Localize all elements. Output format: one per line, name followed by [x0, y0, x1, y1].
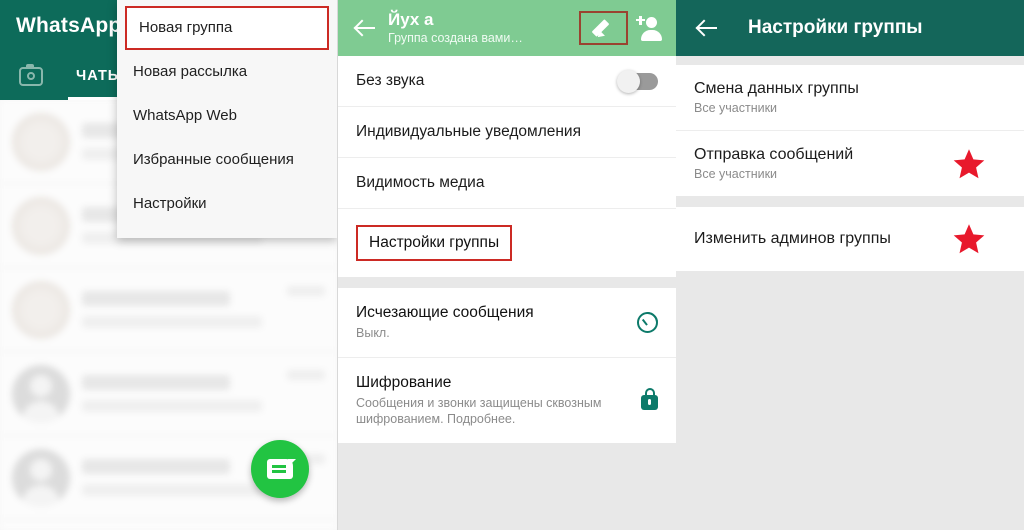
camera-icon: [19, 63, 43, 86]
menu-item-starred-messages[interactable]: Избранные сообщения: [117, 138, 337, 182]
new-chat-icon: [267, 459, 296, 479]
page-title: Настройки группы: [748, 17, 923, 38]
row-encryption[interactable]: Шифрование Сообщения и звонки защищены с…: [338, 358, 676, 443]
panel-group-settings: Настройки группы Смена данных группы Все…: [676, 0, 1024, 530]
list-item-preview: [82, 484, 263, 496]
menu-item-new-group[interactable]: Новая группа: [125, 6, 329, 50]
lock-icon: [641, 388, 658, 410]
timer-icon: [637, 312, 658, 333]
row-edit-group-admins-text: Изменить админов группы: [694, 230, 952, 248]
star-icon: [952, 147, 986, 181]
camera-tab[interactable]: [0, 63, 62, 86]
group-info-body: Без звука Индивидуальные уведомления Вид…: [338, 56, 676, 530]
group-settings-appbar: Настройки группы: [676, 0, 1024, 56]
row-custom-notifications[interactable]: Индивидуальные уведомления: [338, 107, 676, 158]
row-mute[interactable]: Без звука: [338, 56, 676, 107]
section-divider: [676, 196, 1024, 207]
row-edit-group-info[interactable]: Смена данных группы Все участники: [676, 65, 1024, 131]
row-send-messages-sub: Все участники: [694, 167, 778, 181]
group-settings-body: Смена данных группы Все участники Отправ…: [676, 56, 1024, 530]
row-disappearing-messages-label: Исчезающие сообщения: [356, 304, 534, 321]
menu-item-settings[interactable]: Настройки: [117, 182, 337, 226]
list-item-time: [287, 370, 325, 380]
row-send-messages-text: Отправка сообщений Все участники: [694, 146, 952, 181]
add-person-head: [646, 17, 657, 28]
add-person-icon[interactable]: [636, 13, 666, 43]
menu-item-label: Настройки: [133, 195, 207, 212]
row-edit-group-admins[interactable]: Изменить админов группы: [676, 207, 1024, 271]
new-chat-fab[interactable]: [251, 440, 309, 498]
row-edit-group-info-sub: Все участники: [694, 101, 778, 115]
section-divider: [676, 56, 1024, 65]
menu-item-label: Новая группа: [139, 19, 233, 36]
row-group-settings[interactable]: Настройки группы: [338, 209, 676, 277]
back-arrow-icon[interactable]: [690, 11, 724, 45]
list-item[interactable]: [0, 352, 337, 436]
section-divider: [676, 271, 1024, 282]
avatar: [12, 196, 70, 255]
row-mute-label: Без звука: [356, 72, 425, 89]
page-title: WhatsApp: [16, 14, 122, 37]
star-icon: [952, 222, 986, 256]
list-item-text: [82, 291, 287, 328]
menu-item-label: Новая рассылка: [133, 63, 248, 80]
group-info-card-1: Без звука Индивидуальные уведомления Вид…: [338, 56, 676, 277]
row-encryption-sub: Сообщения и звонки защищены сквозным шиф…: [356, 396, 602, 426]
list-item-text: [82, 375, 287, 412]
back-arrow-icon[interactable]: [348, 11, 382, 45]
list-item-time: [287, 286, 325, 296]
row-disappearing-messages[interactable]: Исчезающие сообщения Выкл.: [338, 288, 676, 358]
list-item-name: [82, 291, 230, 306]
list-item-name: [82, 375, 230, 390]
menu-item-label: Избранные сообщения: [133, 151, 294, 168]
section-divider: [338, 277, 676, 288]
pencil-icon: [594, 18, 614, 38]
row-disappearing-messages-text: Исчезающие сообщения Выкл.: [356, 304, 637, 341]
add-person-body: [641, 30, 662, 41]
row-encryption-label: Шифрование: [356, 374, 452, 391]
group-info-card-2: Исчезающие сообщения Выкл. Шифрование Со…: [338, 288, 676, 443]
row-edit-group-info-label: Смена данных группы: [694, 80, 859, 97]
row-edit-group-info-text: Смена данных группы Все участники: [694, 80, 1006, 115]
avatar: [12, 112, 70, 171]
row-send-messages-label: Отправка сообщений: [694, 146, 854, 163]
menu-item-whatsapp-web[interactable]: WhatsApp Web: [117, 94, 337, 138]
list-item-name: [82, 459, 230, 474]
screenshot-root: WhatsApp ЧАТЫ Новая группа Новая рассылк…: [0, 0, 1024, 530]
group-info-titles: Йух а Группа создана вами…: [388, 10, 579, 47]
row-send-messages[interactable]: Отправка сообщений Все участники: [676, 131, 1024, 196]
group-name: Йух а: [388, 9, 434, 29]
list-item-preview: [82, 400, 263, 412]
list-item[interactable]: [0, 268, 337, 352]
section-divider: [338, 443, 676, 454]
group-subtitle: Группа создана вами…: [388, 30, 523, 45]
mute-toggle-knob: [617, 69, 640, 93]
edit-group-button[interactable]: [579, 11, 628, 45]
overflow-menu: Новая группа Новая рассылка WhatsApp Web…: [117, 0, 337, 238]
list-item-preview: [82, 316, 263, 328]
menu-item-new-broadcast[interactable]: Новая рассылка: [117, 50, 337, 94]
avatar: [12, 364, 70, 423]
avatar: [12, 448, 70, 507]
menu-item-label: WhatsApp Web: [133, 107, 237, 124]
row-encryption-text: Шифрование Сообщения и звонки защищены с…: [356, 374, 641, 427]
group-settings-card-1: Смена данных группы Все участники Отправ…: [676, 65, 1024, 196]
avatar: [12, 280, 70, 339]
row-group-settings-label: Настройки группы: [356, 225, 513, 261]
panel-group-info: Йух а Группа создана вами… Без звука Инд…: [337, 0, 676, 530]
tab-chats-label: ЧАТЫ: [76, 68, 123, 84]
group-settings-card-2: Изменить админов группы: [676, 207, 1024, 271]
panel-whatsapp-chats: WhatsApp ЧАТЫ Новая группа Новая рассылк…: [0, 0, 337, 530]
row-media-visibility-label: Видимость медиа: [356, 174, 485, 191]
row-disappearing-messages-sub: Выкл.: [356, 326, 390, 340]
row-edit-group-admins-label: Изменить админов группы: [694, 230, 891, 247]
row-custom-notifications-label: Индивидуальные уведомления: [356, 123, 581, 140]
mute-toggle[interactable]: [617, 69, 658, 93]
row-media-visibility[interactable]: Видимость медиа: [338, 158, 676, 209]
group-info-appbar: Йух а Группа создана вами…: [338, 0, 676, 56]
